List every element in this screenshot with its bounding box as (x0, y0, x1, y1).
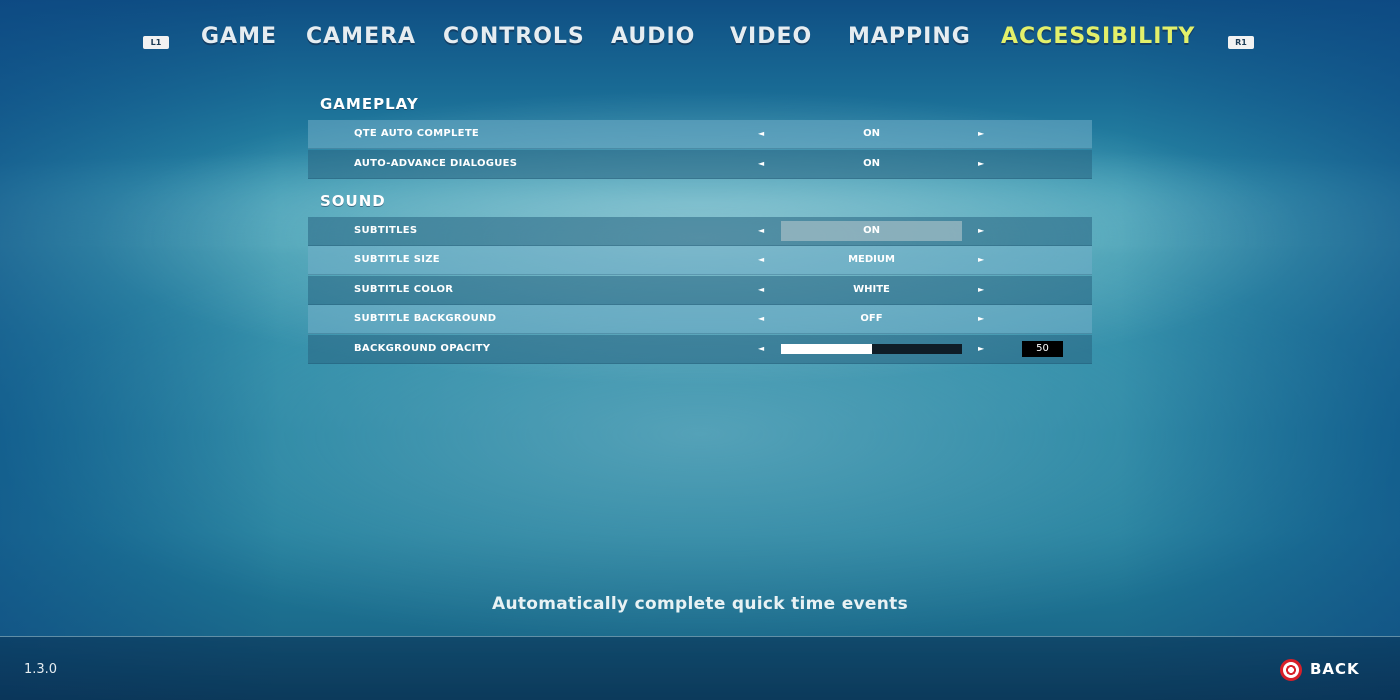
opacity-slider[interactable] (781, 343, 962, 354)
tab-video[interactable]: VIDEO (730, 24, 812, 49)
arrow-right-icon[interactable]: ► (978, 335, 984, 363)
tab-bar: L1 GAME CAMERA CONTROLS AUDIO VIDEO MAPP… (0, 20, 1400, 60)
tab-game[interactable]: GAME (201, 24, 277, 49)
setting-description: Automatically complete quick time events (492, 594, 908, 614)
section-title-gameplay: GAMEPLAY (320, 95, 419, 113)
tab-mapping[interactable]: MAPPING (848, 24, 971, 49)
tab-audio[interactable]: AUDIO (611, 24, 695, 49)
arrow-left-icon[interactable]: ◄ (758, 217, 764, 245)
arrow-right-icon[interactable]: ► (978, 120, 984, 148)
arrow-right-icon[interactable]: ► (978, 217, 984, 245)
setting-row-subtitle-background[interactable]: SUBTITLE BACKGROUND ◄ OFF ► (308, 305, 1092, 334)
setting-row-qte-auto-complete[interactable]: QTE AUTO COMPLETE ◄ ON ► (308, 120, 1092, 149)
setting-value-selected[interactable]: ON (781, 220, 962, 241)
tab-controls[interactable]: CONTROLS (443, 24, 585, 49)
setting-label: SUBTITLE BACKGROUND (354, 313, 497, 324)
back-label: BACK (1310, 660, 1360, 678)
version-label: 1.3.0 (24, 662, 58, 677)
arrow-right-icon[interactable]: ► (978, 246, 984, 274)
setting-label: SUBTITLES (354, 224, 418, 236)
setting-label: AUTO-ADVANCE DIALOGUES (354, 157, 518, 169)
circle-button-icon (1280, 659, 1302, 681)
setting-row-background-opacity[interactable]: BACKGROUND OPACITY ◄ ► 50 (308, 334, 1092, 364)
arrow-left-icon[interactable]: ◄ (758, 276, 764, 304)
arrow-left-icon[interactable]: ◄ (758, 150, 764, 178)
settings-panel: GAMEPLAY QTE AUTO COMPLETE ◄ ON ► AUTO-A… (308, 90, 1092, 364)
arrow-left-icon[interactable]: ◄ (758, 246, 764, 274)
setting-value: ON (863, 128, 880, 139)
tab-camera[interactable]: CAMERA (306, 24, 416, 49)
setting-label: QTE AUTO COMPLETE (354, 128, 480, 139)
arrow-right-icon[interactable]: ► (978, 150, 984, 178)
section-title-sound: SOUND (320, 191, 386, 210)
opacity-slider-fill (781, 343, 872, 354)
setting-value: OFF (860, 313, 883, 324)
setting-row-subtitle-size[interactable]: SUBTITLE SIZE ◄ MEDIUM ► (308, 246, 1092, 275)
setting-value: ON (863, 157, 880, 169)
tab-accessibility[interactable]: ACCESSIBILITY (1001, 24, 1195, 49)
arrow-right-icon[interactable]: ► (978, 305, 984, 333)
setting-label: SUBTITLE COLOR (354, 283, 454, 295)
arrow-left-icon[interactable]: ◄ (758, 335, 764, 363)
setting-row-subtitle-color[interactable]: SUBTITLE COLOR ◄ WHITE ► (308, 275, 1092, 305)
arrow-left-icon[interactable]: ◄ (758, 120, 764, 148)
setting-row-subtitles[interactable]: SUBTITLES ◄ ON ► (308, 216, 1092, 246)
footer-bar: 1.3.0 BACK (0, 636, 1400, 700)
setting-value: MEDIUM (848, 254, 895, 265)
setting-value: WHITE (853, 283, 890, 295)
setting-label: BACKGROUND OPACITY (354, 342, 491, 354)
l1-bumper-icon[interactable]: L1 (143, 36, 169, 49)
arrow-right-icon[interactable]: ► (978, 276, 984, 304)
arrow-left-icon[interactable]: ◄ (758, 305, 764, 333)
r1-bumper-icon[interactable]: R1 (1228, 36, 1254, 49)
opacity-value-box: 50 (1022, 340, 1063, 357)
setting-label: SUBTITLE SIZE (354, 254, 440, 265)
setting-row-auto-advance-dialogues[interactable]: AUTO-ADVANCE DIALOGUES ◄ ON ► (308, 149, 1092, 179)
